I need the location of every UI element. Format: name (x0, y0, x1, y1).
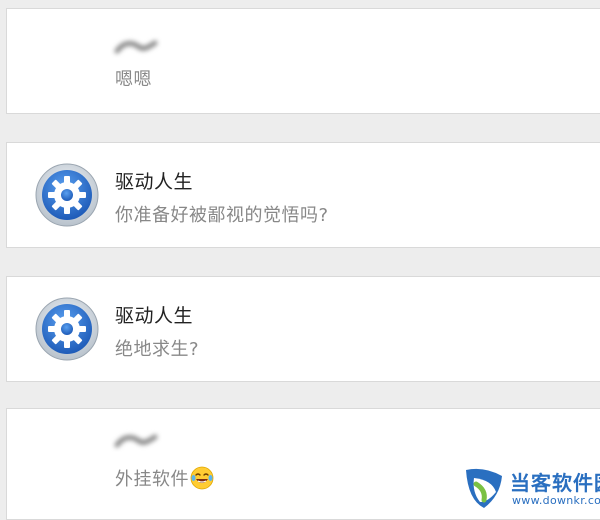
blurred-sender-name (114, 40, 158, 54)
sender-name: 驱动人生 (115, 171, 194, 193)
watermark-url: www.downkr.com (512, 494, 600, 507)
message-card[interactable]: 驱动人生 你准备好被鄙视的觉悟吗? (6, 142, 600, 248)
message-text: 你准备好被鄙视的觉悟吗? (115, 205, 329, 226)
laughing-tears-emoji-icon (190, 466, 214, 490)
message-text: 嗯嗯 (115, 69, 152, 90)
blurred-sender-name (114, 434, 158, 448)
watermark: 当客软件园 www.downkr.com (462, 462, 600, 516)
message-text: 绝地求生? (115, 339, 200, 360)
blue-gear-icon (35, 163, 99, 227)
blue-gear-icon (35, 297, 99, 361)
downkr-logo-icon (466, 468, 502, 508)
watermark-title: 当客软件园 (510, 471, 600, 495)
message-text: 外挂软件 (115, 465, 214, 491)
message-card[interactable]: 嗯嗯 (6, 8, 600, 114)
sender-name: 驱动人生 (115, 305, 194, 327)
message-card[interactable]: 驱动人生 绝地求生? (6, 276, 600, 382)
message-text-content: 外挂软件 (115, 469, 189, 490)
